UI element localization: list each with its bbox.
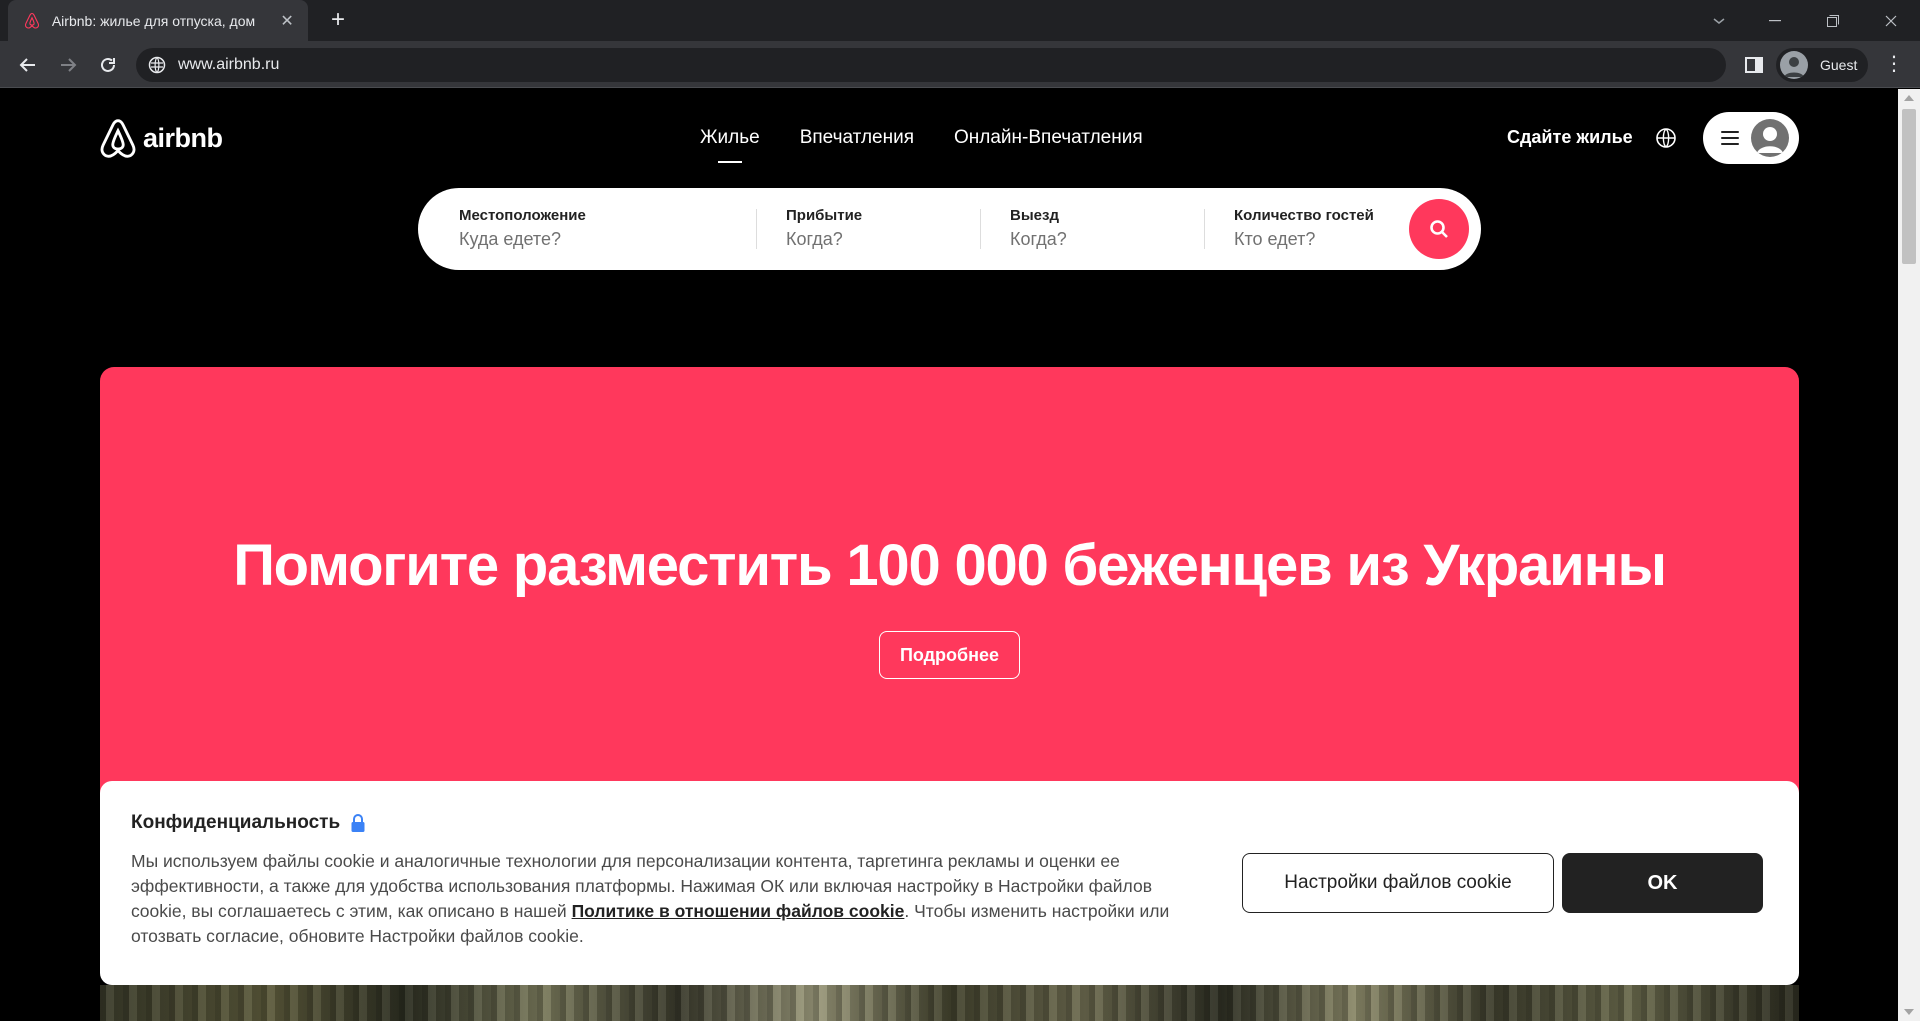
cookie-title-row: Конфиденциальность <box>131 812 366 834</box>
refugee-hero-banner: Помогите разместить 100 000 беженцев из … <box>100 367 1799 807</box>
user-avatar-icon <box>1751 119 1789 157</box>
new-tab-button[interactable]: + <box>323 6 353 36</box>
cookie-policy-link[interactable]: Политике в отношении файлов cookie <box>572 901 905 921</box>
divider <box>1204 209 1205 249</box>
side-panel-icon[interactable] <box>1742 53 1766 77</box>
checkout-field[interactable]: Выезд Когда? <box>1010 188 1200 270</box>
menu-icon <box>1721 131 1739 145</box>
guests-placeholder: Кто едет? <box>1234 229 1316 249</box>
guests-label: Количество гостей <box>1234 207 1374 224</box>
divider <box>756 209 757 249</box>
cookie-text: Мы используем файлы cookie и аналогичные… <box>131 849 1201 949</box>
forward-icon[interactable] <box>52 49 84 81</box>
page-viewport: airbnb Жилье Впечатления Онлайн-Впечатле… <box>0 89 1898 1021</box>
main-nav: Жилье Впечатления Онлайн-Впечатления <box>700 127 1143 163</box>
checkout-label: Выезд <box>1010 207 1059 224</box>
tab-title: Airbnb: жилье для отпуска, дом <box>51 12 256 29</box>
tab-search-icon[interactable] <box>1690 0 1748 41</box>
become-host-link[interactable]: Сдайте жилье <box>1507 127 1633 148</box>
minimize-icon[interactable] <box>1746 0 1804 41</box>
location-label: Местоположение <box>459 207 586 224</box>
reload-icon[interactable] <box>92 49 124 81</box>
hero-photo <box>100 985 1799 1021</box>
browser-menu-icon[interactable]: ⋮ <box>1882 53 1906 77</box>
close-icon[interactable] <box>1862 0 1920 41</box>
nav-online-experiences[interactable]: Онлайн-Впечатления <box>954 127 1143 149</box>
lock-icon <box>351 814 365 832</box>
address-bar[interactable]: www.airbnb.ru <box>136 48 1726 82</box>
airbnb-favicon-icon <box>22 11 42 31</box>
browser-tab[interactable]: Airbnb: жилье для отпуска, дом ✕ <box>8 0 308 41</box>
scrollbar-thumb[interactable] <box>1902 109 1916 264</box>
checkin-label: Прибытие <box>786 207 863 224</box>
browser-toolbar: www.airbnb.ru Guest ⋮ <box>0 41 1920 88</box>
cookie-banner: Конфиденциальность Мы используем файлы c… <box>100 781 1799 985</box>
checkout-placeholder: Когда? <box>1010 229 1067 249</box>
nav-experiences[interactable]: Впечатления <box>800 127 914 149</box>
checkin-placeholder: Когда? <box>786 229 843 249</box>
profile-button[interactable]: Guest <box>1776 48 1868 82</box>
profile-icon <box>1780 51 1808 79</box>
search-button[interactable] <box>1409 199 1469 259</box>
guests-field[interactable]: Количество гостей Кто едет? <box>1234 188 1404 270</box>
checkin-field[interactable]: Прибытие Когда? <box>786 188 976 270</box>
airbnb-logo-icon <box>100 119 136 158</box>
logo-text: airbnb <box>143 123 223 153</box>
cookie-title: Конфиденциальность <box>131 812 341 833</box>
profile-label: Guest <box>1820 57 1858 73</box>
page-scrollbar[interactable] <box>1898 89 1920 1021</box>
tab-close-icon[interactable]: ✕ <box>278 11 296 31</box>
back-icon[interactable] <box>12 49 44 81</box>
restore-icon[interactable] <box>1804 0 1862 41</box>
url-text: www.airbnb.ru <box>178 56 280 73</box>
scroll-up-icon[interactable] <box>1904 95 1914 101</box>
user-menu-button[interactable] <box>1703 112 1799 164</box>
divider <box>980 209 981 249</box>
cookie-settings-button[interactable]: Настройки файлов cookie <box>1242 853 1554 913</box>
site-info-icon[interactable] <box>148 56 166 74</box>
airbnb-logo[interactable]: airbnb <box>99 118 223 159</box>
hero-title: Помогите разместить 100 000 беженцев из … <box>233 533 1667 598</box>
scroll-down-icon[interactable] <box>1904 1009 1914 1015</box>
globe-icon[interactable] <box>1655 127 1677 149</box>
learn-more-button[interactable]: Подробнее <box>879 631 1020 679</box>
search-icon <box>1430 220 1448 238</box>
location-placeholder: Куда едете? <box>459 229 561 249</box>
nav-stays[interactable]: Жилье <box>700 127 760 163</box>
browser-tab-bar: Airbnb: жилье для отпуска, дом ✕ + <box>0 0 1920 41</box>
location-field[interactable]: Местоположение Куда едете? <box>459 188 739 270</box>
cookie-ok-button[interactable]: OK <box>1562 853 1763 913</box>
search-bar: Местоположение Куда едете? Прибытие Когд… <box>418 188 1481 270</box>
